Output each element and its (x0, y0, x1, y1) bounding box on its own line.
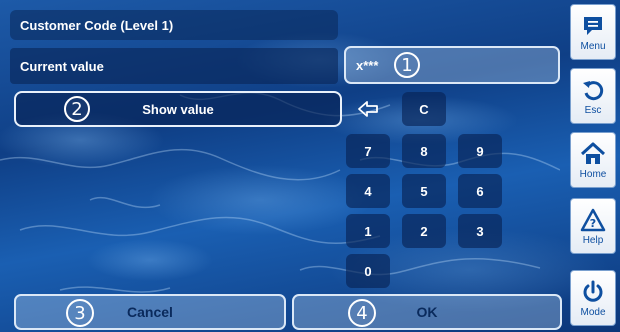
mode-label: Mode (580, 306, 606, 318)
key-3[interactable]: 3 (458, 214, 502, 248)
callout-3: 3 (66, 299, 94, 327)
warning-triangle-icon: ? (580, 208, 606, 231)
key-5[interactable]: 5 (402, 174, 446, 208)
show-value-button[interactable]: 2 Show value (14, 91, 342, 127)
key-2[interactable]: 2 (402, 214, 446, 248)
callout-1: 1 (394, 52, 420, 78)
power-icon (583, 280, 603, 302)
menu-label: Menu (580, 40, 606, 52)
esc-label: Esc (584, 104, 602, 116)
current-value-label: Current value (10, 48, 338, 84)
backspace-key[interactable] (346, 92, 390, 126)
ok-label: OK (416, 304, 438, 320)
menu-button[interactable]: Menu (570, 4, 616, 60)
page-title: Customer Code (Level 1) (10, 10, 338, 40)
cancel-button[interactable]: 3 Cancel (14, 294, 286, 330)
help-label: Help (582, 234, 604, 246)
cancel-label: Cancel (127, 304, 173, 320)
show-value-label: Show value (142, 101, 214, 117)
callout-2: 2 (64, 96, 90, 122)
backspace-arrow-icon (358, 101, 378, 117)
callout-4: 4 (348, 299, 376, 327)
key-6[interactable]: 6 (458, 174, 502, 208)
key-7[interactable]: 7 (346, 134, 390, 168)
svg-text:?: ? (590, 217, 596, 230)
esc-button[interactable]: Esc (570, 68, 616, 124)
key-8[interactable]: 8 (402, 134, 446, 168)
help-button[interactable]: ? Help (570, 198, 616, 254)
speech-bubble-icon (584, 16, 602, 35)
side-menu: Menu Esc Home ? Help Mode (566, 0, 620, 332)
mode-button[interactable]: Mode (570, 270, 616, 326)
house-icon (580, 142, 606, 164)
undo-arrow-icon (583, 80, 604, 100)
key-0[interactable]: 0 (346, 254, 390, 288)
ok-button[interactable]: 4 OK (292, 294, 562, 330)
current-value-field[interactable]: x*** 1 (344, 46, 560, 84)
current-value-text: x*** (356, 58, 379, 73)
home-button[interactable]: Home (570, 132, 616, 188)
home-label: Home (579, 168, 607, 180)
key-1[interactable]: 1 (346, 214, 390, 248)
key-9[interactable]: 9 (458, 134, 502, 168)
key-4[interactable]: 4 (346, 174, 390, 208)
clear-key[interactable]: C (402, 92, 446, 126)
